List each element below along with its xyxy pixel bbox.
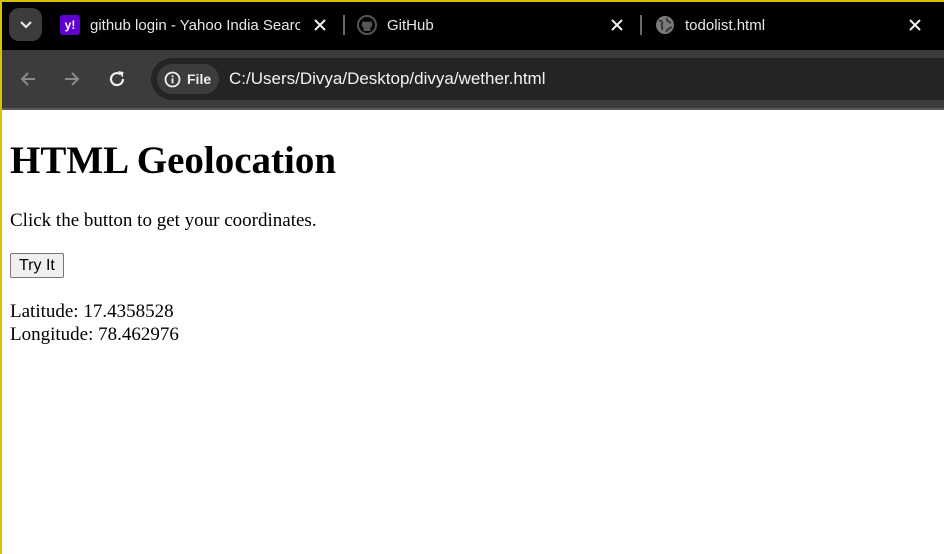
close-tab-button[interactable] xyxy=(309,14,331,36)
reload-button[interactable] xyxy=(102,64,132,94)
tab-title: GitHub xyxy=(387,16,434,34)
longitude-text: Longitude: 78.462976 xyxy=(10,324,179,345)
reload-icon xyxy=(109,71,125,87)
close-icon xyxy=(611,19,623,31)
tab-todolist[interactable]: todolist.html xyxy=(655,8,935,42)
arrow-left-icon xyxy=(20,72,35,86)
tab-search-button[interactable] xyxy=(9,8,42,41)
arrow-right-icon xyxy=(65,72,80,86)
tab-title: todolist.html xyxy=(685,16,766,34)
yahoo-icon: y! xyxy=(60,15,80,35)
tab-divider xyxy=(343,15,345,35)
globe-icon xyxy=(655,15,675,35)
github-icon xyxy=(357,15,377,35)
info-icon xyxy=(164,71,181,87)
yahoo-icon-text: y! xyxy=(64,18,76,32)
browser-toolbar: File C:/Users/Divya/Desktop/divya/wether… xyxy=(0,50,944,108)
try-it-button[interactable]: Try It xyxy=(10,253,64,278)
latitude-text: Latitude: 17.4358528 xyxy=(10,301,174,322)
tab-strip: y! github login - Yahoo India Search Git… xyxy=(0,0,944,50)
tab-divider xyxy=(640,15,642,35)
close-tab-button[interactable] xyxy=(904,14,926,36)
tab-title: github login - Yahoo India Search xyxy=(90,16,300,34)
coordinates-output: Latitude: 17.4358528 Longitude: 78.46297… xyxy=(10,300,179,346)
toolbar-divider xyxy=(0,108,944,110)
close-icon xyxy=(314,19,326,31)
tab-yahoo-search[interactable]: y! github login - Yahoo India Search xyxy=(60,8,340,42)
tab-github[interactable]: GitHub xyxy=(357,8,637,42)
close-tab-button[interactable] xyxy=(606,14,628,36)
instruction-text: Click the button to get your coordinates… xyxy=(10,210,317,231)
security-chip-label: File xyxy=(187,71,212,87)
address-bar[interactable]: File C:/Users/Divya/Desktop/divya/wether… xyxy=(151,58,944,100)
close-icon xyxy=(909,19,921,31)
back-button[interactable] xyxy=(13,64,43,94)
url-text[interactable]: C:/Users/Divya/Desktop/divya/wether.html xyxy=(229,69,546,89)
chevron-down-icon xyxy=(19,20,32,29)
forward-button[interactable] xyxy=(57,64,87,94)
page-title: HTML Geolocation xyxy=(10,139,337,182)
site-info-chip[interactable]: File xyxy=(157,64,219,94)
